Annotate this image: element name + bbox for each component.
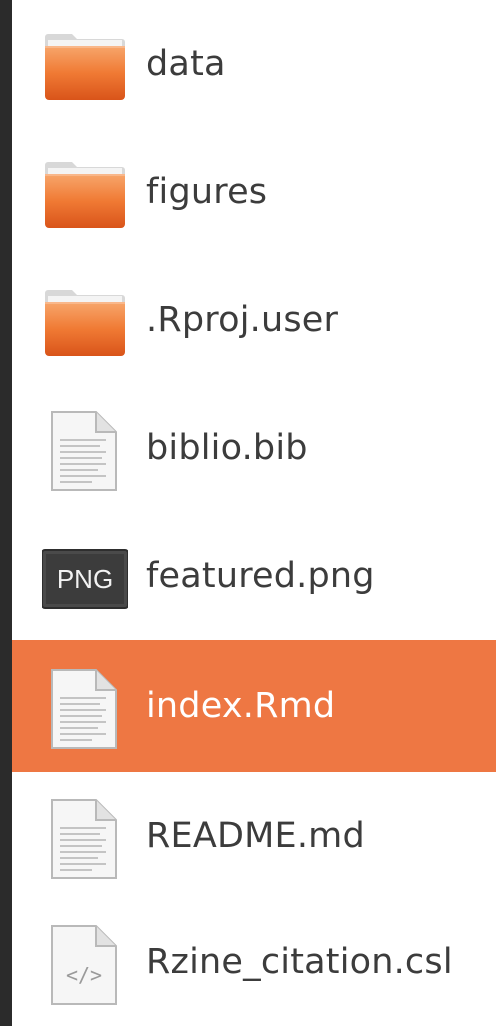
- file-name: featured.png: [146, 556, 375, 596]
- file-item-index-rmd[interactable]: index.Rmd: [12, 640, 496, 772]
- text-file-icon: [42, 796, 128, 882]
- code-icon-text: </>: [66, 963, 102, 987]
- file-item-featured-png[interactable]: PNG featured.png: [12, 512, 496, 640]
- folder-icon: [42, 152, 128, 238]
- file-item-rproj-user[interactable]: .Rproj.user: [12, 256, 496, 384]
- png-icon-text: PNG: [57, 564, 113, 594]
- file-item-readme-md[interactable]: README.md: [12, 772, 496, 900]
- text-file-icon: [42, 666, 128, 752]
- file-item-figures[interactable]: figures: [12, 128, 496, 256]
- png-image-icon: PNG: [42, 536, 128, 622]
- file-name: Rzine_citation.csl: [146, 942, 453, 982]
- file-name: figures: [146, 172, 268, 212]
- file-list-panel: data figures .Rproj.user biblio.bib PNG …: [12, 0, 496, 1026]
- file-name: data: [146, 44, 226, 84]
- folder-icon: [42, 24, 128, 110]
- file-name: biblio.bib: [146, 428, 308, 468]
- file-item-biblio-bib[interactable]: biblio.bib: [12, 384, 496, 512]
- file-item-data[interactable]: data: [12, 0, 496, 128]
- folder-icon: [42, 280, 128, 366]
- file-name: .Rproj.user: [146, 300, 339, 340]
- file-item-rzine-citation-csl[interactable]: </> Rzine_citation.csl: [12, 898, 496, 1026]
- file-name: README.md: [146, 816, 365, 856]
- code-file-icon: </>: [42, 922, 128, 1008]
- file-name: index.Rmd: [146, 686, 336, 726]
- text-file-icon: [42, 408, 128, 494]
